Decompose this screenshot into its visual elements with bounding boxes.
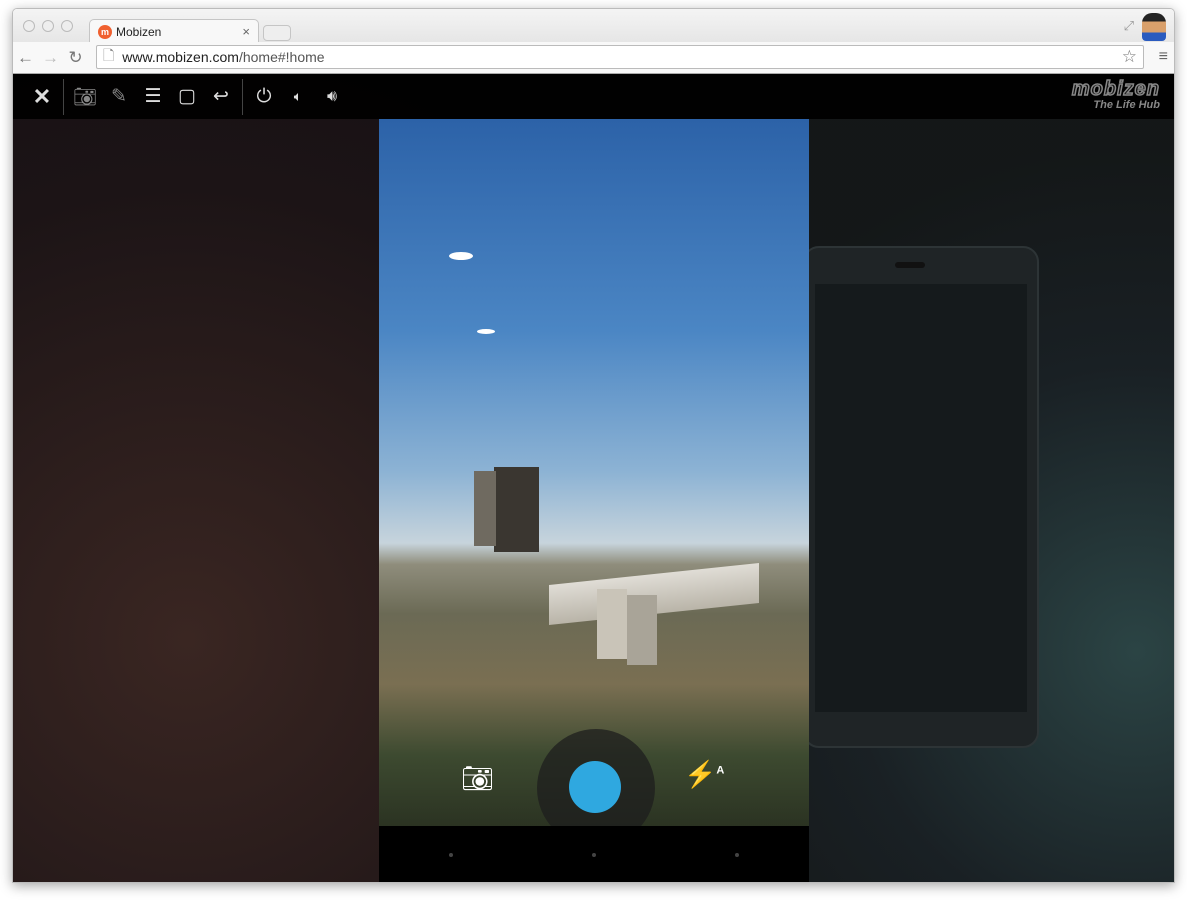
- camera-controls: 📷︎ ⚡A: [379, 729, 809, 847]
- address-bar-row: ← → ↻ 🗋 www.mobizen.com/home#!home ☆ ≡: [13, 42, 1174, 74]
- building: [474, 471, 496, 546]
- fullscreen-icon[interactable]: ⤢: [1124, 18, 1134, 34]
- pencil-icon[interactable]: ✎: [102, 85, 136, 108]
- camera-icon[interactable]: 📷︎: [68, 85, 102, 109]
- url-input[interactable]: 🗋 www.mobizen.com/home#!home ☆: [96, 45, 1144, 69]
- url-host: www.mobizen.com: [122, 49, 239, 65]
- flash-auto-icon[interactable]: ⚡A: [684, 759, 724, 790]
- device-screen: [815, 284, 1027, 712]
- close-tab-icon[interactable]: ×: [242, 24, 250, 39]
- divider: [63, 78, 64, 115]
- page-icon: 🗋: [103, 47, 115, 63]
- flash-mode-label: A: [716, 764, 725, 777]
- menu-icon[interactable]: ☰: [136, 85, 170, 108]
- forward-icon[interactable]: →: [38, 48, 63, 68]
- mobizen-toolbar: ✕ 📷︎ ✎ ☰ ▢ ↩ ⏻ 🔈︎ 🔊︎ mobizen The Life Hu…: [13, 74, 1174, 119]
- logo-wordmark: mobizen: [1071, 77, 1160, 101]
- device-frame: [803, 246, 1039, 748]
- tab-strip: m Mobizen × ⤢: [13, 9, 1174, 43]
- android-nav-bar: [379, 826, 809, 882]
- chrome-menu-icon[interactable]: ≡: [1159, 48, 1168, 66]
- tab-title: Mobizen: [116, 24, 162, 39]
- power-icon[interactable]: ⏻: [247, 86, 281, 108]
- phone-screen[interactable]: 📷︎ ⚡A: [379, 119, 809, 882]
- volume-up-icon[interactable]: 🔊︎: [315, 88, 349, 106]
- close-icon[interactable]: ✕: [25, 84, 59, 110]
- square-icon[interactable]: ▢: [170, 85, 204, 108]
- nav-home-button[interactable]: [591, 853, 596, 857]
- zoom-button[interactable]: [61, 20, 73, 32]
- tab-mobizen[interactable]: m Mobizen ×: [89, 19, 259, 43]
- reflection: [449, 252, 473, 260]
- close-window-button[interactable]: [23, 20, 35, 32]
- switch-mode-camera-icon[interactable]: 📷︎: [461, 763, 494, 794]
- mobizen-logo: mobizen The Life Hub: [1071, 77, 1160, 111]
- mobizen-favicon-icon: m: [98, 24, 112, 39]
- bookmark-star-icon[interactable]: ☆: [1122, 47, 1137, 67]
- divider: [242, 78, 243, 115]
- browser-window: m Mobizen × ⤢ ← → ↻ 🗋 www.mobizen.com/ho…: [12, 8, 1175, 883]
- volume-down-icon[interactable]: 🔈︎: [281, 88, 315, 105]
- camera-viewfinder: [379, 119, 809, 826]
- pillar: [597, 589, 627, 659]
- mobizen-app: ✕ 📷︎ ✎ ☰ ▢ ↩ ⏻ 🔈︎ 🔊︎ mobizen The Life Hu…: [13, 74, 1174, 882]
- building: [494, 467, 539, 552]
- new-tab-button[interactable]: [263, 25, 291, 41]
- profile-avatar[interactable]: [1142, 13, 1166, 41]
- device-camera: [895, 262, 925, 268]
- pillar: [627, 595, 657, 665]
- url-path: /home#!home: [238, 49, 325, 65]
- minimize-button[interactable]: [42, 20, 54, 32]
- reload-icon[interactable]: ↻: [63, 48, 88, 68]
- back-icon[interactable]: ←: [13, 48, 38, 68]
- back-icon[interactable]: ↩: [204, 85, 238, 108]
- shutter-button[interactable]: [569, 761, 621, 813]
- nav-back-button[interactable]: [448, 853, 453, 857]
- window-controls: [23, 20, 73, 32]
- reflection: [477, 329, 495, 334]
- nav-recents-button[interactable]: [735, 853, 740, 857]
